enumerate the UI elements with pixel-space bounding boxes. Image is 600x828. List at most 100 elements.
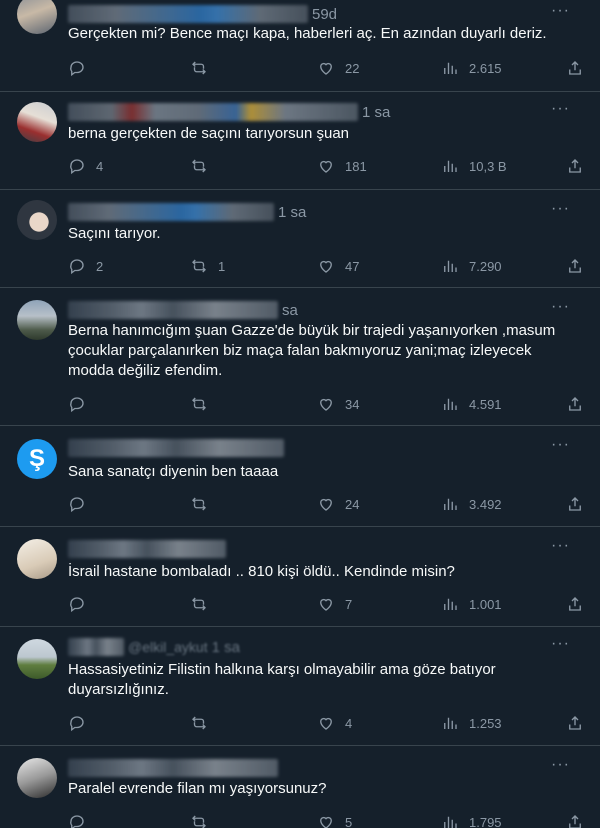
heart-icon bbox=[320, 598, 332, 611]
tweet-time[interactable]: 1 sa bbox=[278, 204, 306, 221]
tweet-header: ··· bbox=[68, 437, 586, 458]
share-button[interactable] bbox=[566, 58, 584, 78]
reply-icon bbox=[70, 397, 84, 413]
share-button[interactable] bbox=[566, 394, 584, 414]
tweet-header: ··· bbox=[68, 538, 586, 559]
tweet-header: @elkil_aykut 1 sa ··· bbox=[68, 636, 586, 657]
tweet[interactable]: 59d ··· Gerçekten mi? Bence maçı kapa, h… bbox=[0, 0, 600, 92]
more-icon[interactable]: ··· bbox=[551, 757, 570, 773]
avatar[interactable] bbox=[17, 639, 57, 679]
avatar[interactable] bbox=[17, 539, 57, 579]
like-button[interactable]: 5 bbox=[317, 812, 352, 828]
views-button[interactable]: 3.492 bbox=[441, 494, 502, 514]
tweet[interactable]: 1 sa ··· berna gerçekten de saçını tarıy… bbox=[0, 92, 600, 190]
avatar[interactable]: Ş bbox=[17, 439, 57, 479]
reply-icon bbox=[70, 259, 84, 275]
more-icon[interactable]: ··· bbox=[551, 299, 570, 315]
views-button[interactable]: 1.001 bbox=[441, 594, 502, 614]
retweet-button[interactable] bbox=[190, 812, 218, 828]
tweet-time[interactable]: 59d bbox=[312, 6, 337, 23]
more-icon[interactable]: ··· bbox=[551, 201, 570, 217]
retweet-icon bbox=[192, 716, 206, 730]
heart-icon bbox=[320, 260, 332, 273]
views-button[interactable]: 10,3 B bbox=[441, 156, 507, 176]
reply-icon bbox=[70, 815, 84, 828]
more-icon[interactable]: ··· bbox=[551, 437, 570, 453]
tweet-actions: 34 4.591 bbox=[68, 394, 586, 414]
more-icon[interactable]: ··· bbox=[551, 3, 570, 19]
views-icon bbox=[444, 260, 457, 272]
avatar[interactable] bbox=[17, 200, 57, 240]
like-button[interactable]: 4 bbox=[317, 713, 352, 733]
heart-icon bbox=[320, 816, 332, 828]
retweet-button[interactable] bbox=[190, 394, 218, 414]
tweet-time[interactable]: sa bbox=[282, 302, 298, 319]
retweet-button[interactable]: 1 bbox=[190, 256, 225, 276]
avatar[interactable] bbox=[17, 300, 57, 340]
share-icon bbox=[569, 597, 581, 611]
like-button[interactable]: 22 bbox=[317, 58, 359, 78]
tweet-header: 1 sa ··· bbox=[68, 201, 586, 222]
reply-button[interactable]: 4 bbox=[68, 156, 103, 176]
share-icon bbox=[569, 397, 581, 411]
views-button[interactable]: 1.795 bbox=[441, 812, 502, 828]
views-button[interactable]: 4.591 bbox=[441, 394, 502, 414]
tweet-actions: 7 1.001 bbox=[68, 594, 586, 614]
share-button[interactable] bbox=[566, 156, 584, 176]
reply-button[interactable] bbox=[68, 58, 96, 78]
reply-button[interactable] bbox=[68, 394, 96, 414]
tweet-header: sa ··· bbox=[68, 299, 586, 320]
more-icon[interactable]: ··· bbox=[551, 636, 570, 652]
blurred-username bbox=[68, 301, 278, 319]
more-icon[interactable]: ··· bbox=[551, 538, 570, 554]
tweet-text: Hassasiyetiniz Filistin halkına karşı ol… bbox=[68, 661, 496, 698]
share-button[interactable] bbox=[566, 494, 584, 514]
tweet-actions: 2 1 47 7.290 bbox=[68, 256, 586, 276]
reply-button[interactable]: 2 bbox=[68, 256, 103, 276]
reply-button[interactable] bbox=[68, 812, 96, 828]
tweet-time[interactable]: 1 sa bbox=[362, 104, 390, 121]
tweet[interactable]: @elkil_aykut 1 sa ··· Hassasiyetiniz Fil… bbox=[0, 627, 600, 746]
like-button[interactable]: 7 bbox=[317, 594, 352, 614]
tweet-header: 59d ··· bbox=[68, 3, 586, 24]
tweet[interactable]: ··· İsrail hastane bombaladı .. 810 kişi… bbox=[0, 527, 600, 627]
heart-icon bbox=[320, 160, 332, 173]
reply-button[interactable] bbox=[68, 494, 96, 514]
share-button[interactable] bbox=[566, 713, 584, 733]
blurred-username bbox=[68, 103, 358, 121]
heart-icon bbox=[320, 498, 332, 511]
reply-button[interactable] bbox=[68, 594, 96, 614]
views-button[interactable]: 2.615 bbox=[441, 58, 502, 78]
retweet-button[interactable] bbox=[190, 713, 218, 733]
tweet-time[interactable]: 1 sa bbox=[212, 639, 240, 656]
retweet-icon bbox=[192, 497, 206, 511]
avatar[interactable] bbox=[17, 102, 57, 142]
retweet-icon bbox=[192, 259, 206, 273]
like-button[interactable]: 47 bbox=[317, 256, 359, 276]
tweet[interactable]: 1 sa ··· Saçını tarıyor. 2 1 47 7.290 bbox=[0, 190, 600, 288]
avatar[interactable] bbox=[17, 758, 57, 798]
avatar[interactable] bbox=[17, 0, 57, 34]
retweet-button[interactable] bbox=[190, 594, 218, 614]
like-button[interactable]: 181 bbox=[317, 156, 367, 176]
views-icon bbox=[444, 498, 457, 510]
tweet[interactable]: sa ··· Berna hanımcığım şuan Gazze'de bü… bbox=[0, 288, 600, 426]
tweet[interactable]: ··· Paralel evrende filan mı yaşıyorsunu… bbox=[0, 746, 600, 828]
views-icon bbox=[444, 160, 457, 172]
blurred-username bbox=[68, 5, 308, 23]
retweet-button[interactable] bbox=[190, 494, 218, 514]
views-button[interactable]: 7.290 bbox=[441, 256, 502, 276]
retweet-button[interactable] bbox=[190, 156, 218, 176]
share-button[interactable] bbox=[566, 256, 584, 276]
share-button[interactable] bbox=[566, 812, 584, 828]
views-button[interactable]: 1.253 bbox=[441, 713, 502, 733]
like-button[interactable]: 34 bbox=[317, 394, 359, 414]
tweet-handle[interactable]: @elkil_aykut bbox=[128, 639, 208, 655]
tweet[interactable]: Ş ··· Sana sanatçı diyenin ben taaaa 24 … bbox=[0, 426, 600, 527]
retweet-button[interactable] bbox=[190, 58, 218, 78]
like-button[interactable]: 24 bbox=[317, 494, 359, 514]
tweet-header: 1 sa ··· bbox=[68, 101, 586, 122]
more-icon[interactable]: ··· bbox=[551, 101, 570, 117]
share-button[interactable] bbox=[566, 594, 584, 614]
reply-button[interactable] bbox=[68, 713, 96, 733]
